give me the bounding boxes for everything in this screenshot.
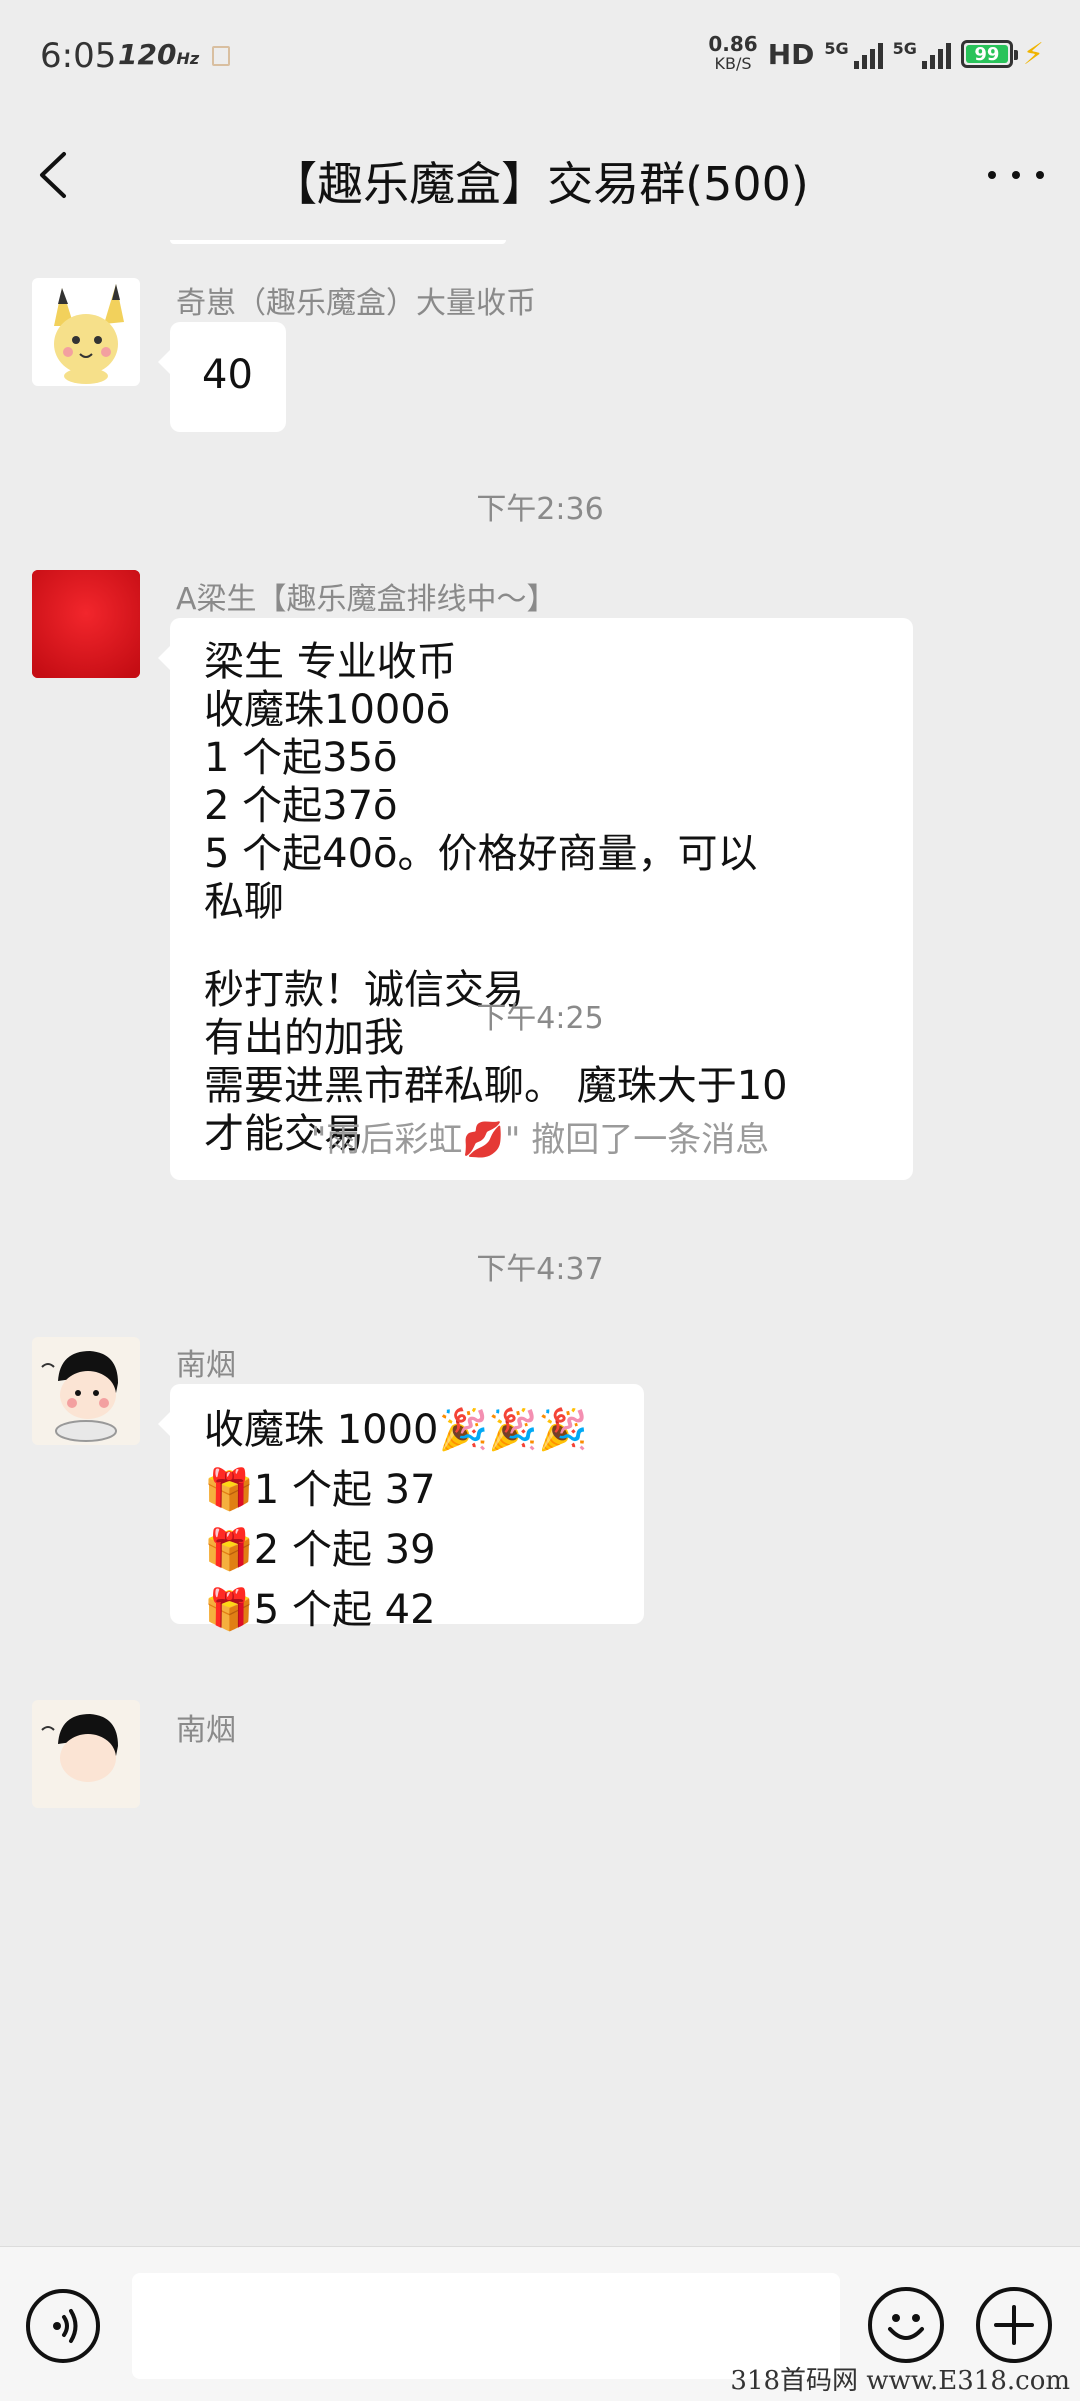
child-avatar-icon (32, 1700, 140, 1808)
battery-level: 99 (965, 44, 1008, 65)
more-functions-button[interactable] (976, 2287, 1052, 2363)
message-line: 2 个起37ō (204, 783, 398, 829)
message-list[interactable]: 奇崽（趣乐魔盒）大量收币 40 下午2:36 A梁生【趣乐魔盒排线中～】 梁生 … (0, 240, 1080, 2246)
network-speed-value: 0.86 (708, 32, 758, 56)
sender-name: 南烟 (176, 1348, 236, 1383)
chat-title: 【趣乐魔盒】交易群(500) (271, 157, 809, 211)
timestamp: 下午4:37 (476, 1252, 604, 1287)
red-avatar-icon (32, 570, 140, 678)
sender-name: 奇崽（趣乐魔盒）大量收币 (176, 286, 536, 321)
signal-icon: 5G (824, 39, 883, 69)
status-time: 6:05 (40, 36, 117, 76)
message-line: 私聊 (204, 879, 284, 925)
sender-name: 南烟 (176, 1713, 236, 1748)
refresh-rate-unit: Hz (176, 49, 200, 68)
voice-button[interactable] (26, 2289, 100, 2363)
signal-1-label: 5G (824, 39, 849, 58)
message-line: 收魔珠1000ō (204, 687, 451, 733)
pikachu-avatar-icon (32, 278, 140, 386)
message-line: 🎁2 个起 39 (204, 1527, 436, 1573)
refresh-rate: 120Hz (118, 38, 199, 71)
watermark: 318首码网 www.E318.com (730, 2366, 1070, 2396)
emoji-button[interactable] (868, 2287, 944, 2363)
network-speed: 0.86 KB/S (708, 34, 757, 74)
message-line: 梁生 专业收币 (204, 639, 457, 685)
message-text: 40 (202, 352, 253, 398)
message-line: 1 个起35ō (204, 735, 398, 781)
message-bubble[interactable]: 梁生 专业收币 收魔珠1000ō 1 个起35ō 2 个起37ō 5 个起40ō… (158, 618, 913, 1180)
message-line: 🎁1 个起 37 (204, 1467, 436, 1513)
status-bar: 6:05 120Hz 0.86 KB/S HD 5G 5G 99 ⚡ (0, 0, 1080, 110)
child-avatar-icon (32, 1337, 140, 1445)
message-bubble[interactable]: 收魔珠 1000🎉🎉🎉 🎁1 个起 37 🎁2 个起 39 🎁5 个起 42 (158, 1384, 644, 1633)
input-bar: 318首码网 www.E318.com (0, 2246, 1080, 2401)
avatar[interactable] (32, 1337, 140, 1445)
avatar[interactable] (32, 570, 140, 678)
status-indicators: 0.86 KB/S HD 5G 5G 99 ⚡ (708, 32, 1044, 76)
timestamp: 下午4:25 (476, 1001, 604, 1036)
avatar[interactable] (32, 278, 140, 386)
battery-icon: 99 (960, 40, 1018, 68)
message-line: 5 个起40ō。价格好商量，可以 (204, 831, 758, 877)
recall-notice: "雨后彩虹💋" 撤回了一条消息 (310, 1120, 770, 1160)
charging-icon: ⚡ (1022, 36, 1044, 72)
network-speed-unit: KB/S (714, 54, 752, 73)
more-dots-icon (988, 171, 996, 179)
message-line-blank (204, 926, 893, 966)
signal-2-label: 5G (892, 39, 917, 58)
avatar[interactable] (32, 1700, 140, 1808)
message-bubble[interactable]: 40 (158, 322, 286, 432)
voice-icon (53, 2309, 78, 2343)
previous-bubble-edge (170, 240, 506, 244)
notification-icon (212, 46, 230, 66)
message-line: 需要进黑市群私聊。 魔珠大于10 (204, 1063, 788, 1109)
plus-icon (994, 2305, 1034, 2345)
timestamp: 下午2:36 (476, 492, 604, 527)
chat-header: 【趣乐魔盒】交易群(500) (0, 110, 1080, 240)
emoji-icon (888, 2314, 924, 2340)
sender-name: A梁生【趣乐魔盒排线中～】 (176, 582, 557, 617)
message-line: 🎁5 个起 42 (204, 1587, 436, 1633)
refresh-rate-value: 120 (118, 38, 177, 71)
signal-icon-2: 5G (893, 39, 951, 69)
more-options-button[interactable] (988, 155, 1044, 195)
message-line: 收魔珠 1000🎉🎉🎉 (204, 1407, 588, 1453)
hd-icon: HD (767, 37, 815, 71)
